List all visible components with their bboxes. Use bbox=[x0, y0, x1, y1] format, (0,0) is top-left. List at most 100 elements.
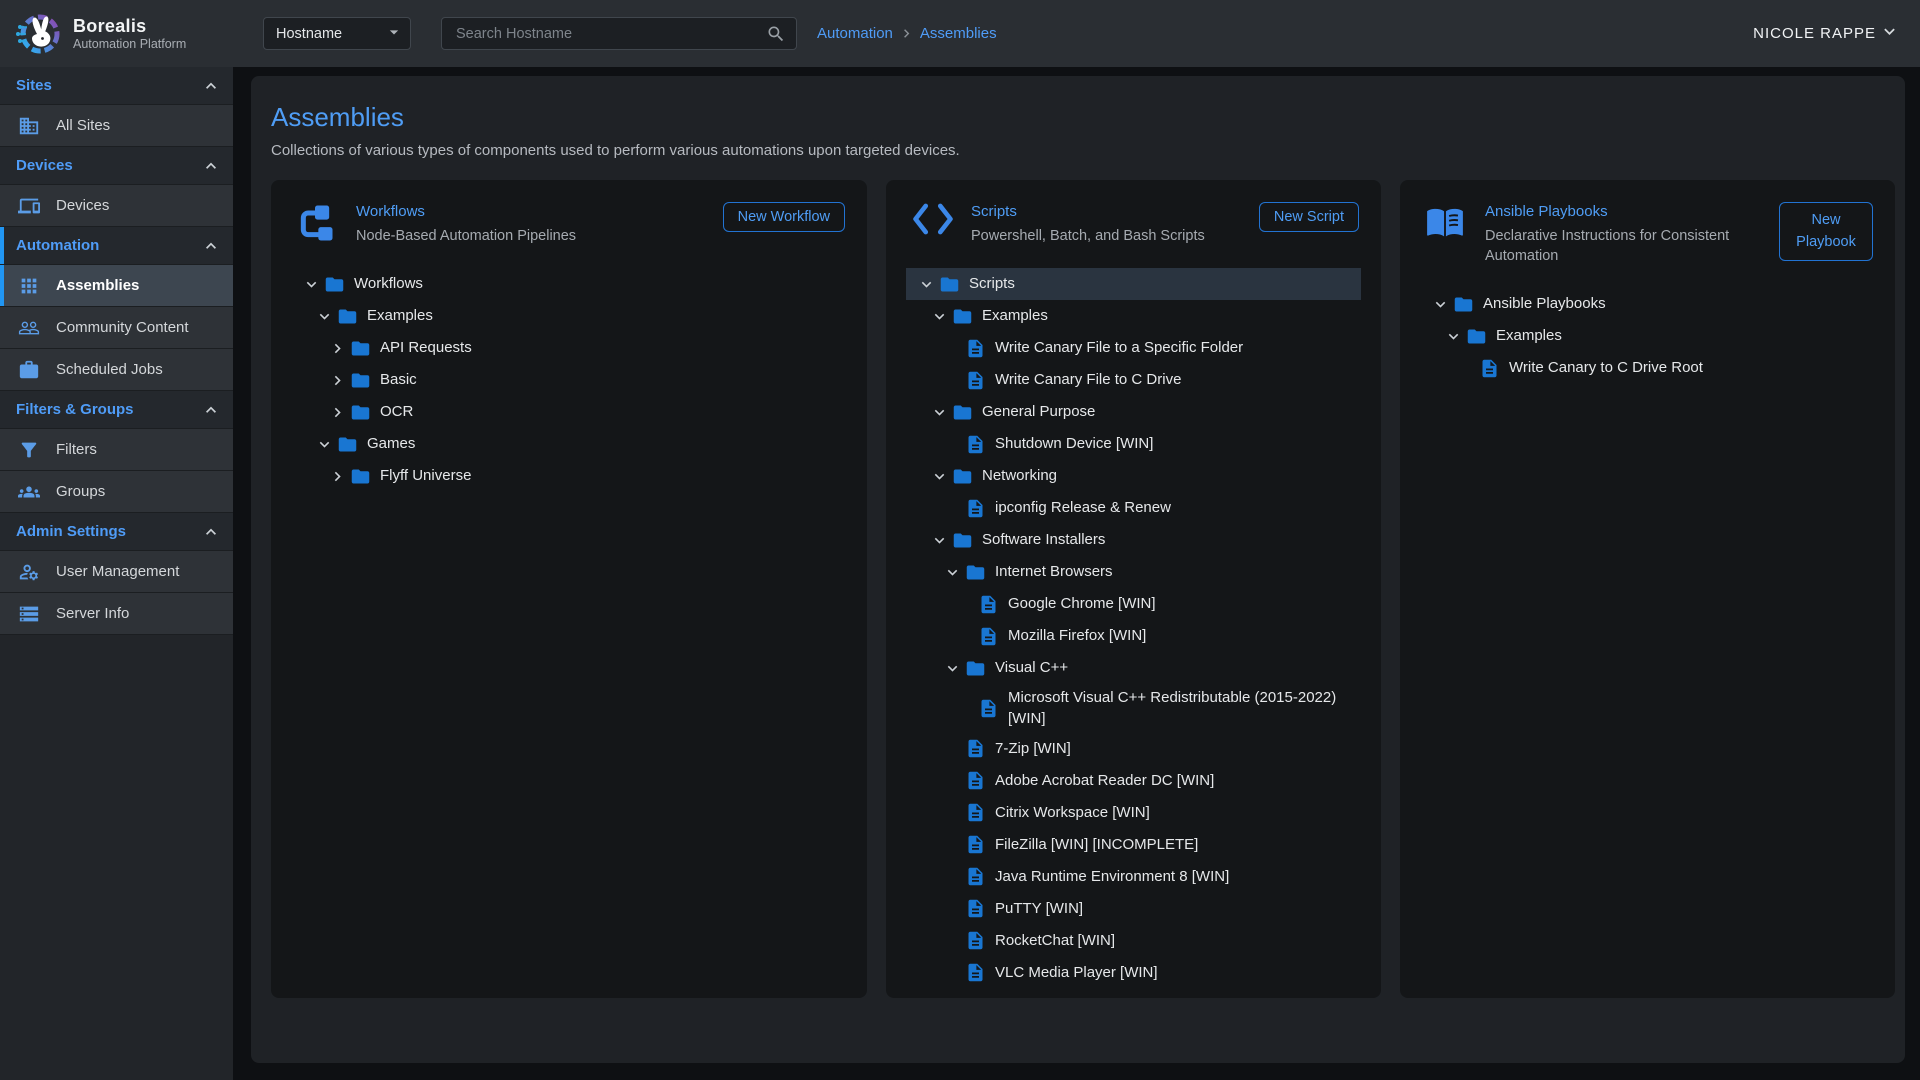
tree-item-label: ipconfig Release & Renew bbox=[995, 494, 1361, 522]
sidebar-item-label: All Sites bbox=[56, 117, 110, 134]
chevron-right-icon bbox=[898, 25, 915, 42]
chevron-up-icon bbox=[201, 522, 221, 542]
sidebar-item-all-sites[interactable]: All Sites bbox=[0, 105, 233, 147]
sidebar-section-filters-groups[interactable]: Filters & Groups bbox=[0, 391, 233, 429]
sidebar-section-devices[interactable]: Devices bbox=[0, 147, 233, 185]
file-icon bbox=[965, 866, 986, 887]
chevron-right-icon[interactable] bbox=[327, 339, 347, 358]
tree-file-write-canary-to-c-drive-root[interactable]: Write Canary to C Drive Root bbox=[1420, 353, 1875, 385]
folder-icon bbox=[939, 274, 960, 295]
chevron-right-icon[interactable] bbox=[327, 371, 347, 390]
sidebar-item-scheduled-jobs[interactable]: Scheduled Jobs bbox=[0, 349, 233, 391]
chevron-down-icon[interactable] bbox=[929, 531, 949, 550]
new-script-button[interactable]: New Script bbox=[1259, 202, 1359, 232]
brand[interactable]: Borealis Automation Platform bbox=[0, 10, 233, 58]
file-icon bbox=[965, 802, 986, 823]
chevron-down-icon[interactable] bbox=[942, 659, 962, 678]
app-root: Borealis Automation Platform Hostname Au… bbox=[0, 0, 1920, 1080]
sidebar-section-label: Admin Settings bbox=[16, 523, 126, 540]
chevron-down-icon[interactable] bbox=[1430, 295, 1450, 314]
tree-file-citrix-workspace-win[interactable]: Citrix Workspace [WIN] bbox=[906, 797, 1361, 829]
folder-icon bbox=[350, 370, 371, 391]
card-playbooks-header: Ansible PlaybooksDeclarative Instruction… bbox=[1400, 202, 1895, 267]
sidebar-item-label: Community Content bbox=[56, 319, 189, 336]
card-workflows-header: WorkflowsNode-Based Automation Pipelines… bbox=[271, 202, 867, 246]
chevron-down-icon[interactable] bbox=[314, 307, 334, 326]
page-title: Assemblies bbox=[271, 102, 1885, 133]
tree-folder-basic[interactable]: Basic bbox=[291, 364, 847, 396]
tree-folder-examples[interactable]: Examples bbox=[906, 300, 1361, 332]
tree-folder-examples[interactable]: Examples bbox=[291, 300, 847, 332]
sidebar-section-admin-settings[interactable]: Admin Settings bbox=[0, 513, 233, 551]
tree-folder-networking[interactable]: Networking bbox=[906, 460, 1361, 492]
chevron-down-icon[interactable] bbox=[314, 435, 334, 454]
chevron-down-icon[interactable] bbox=[929, 403, 949, 422]
sidebar-item-community-content[interactable]: Community Content bbox=[0, 307, 233, 349]
card-title: Workflows bbox=[356, 203, 711, 220]
caret-down-icon bbox=[384, 22, 404, 46]
new-workflow-button[interactable]: New Workflow bbox=[723, 202, 845, 232]
card-title: Ansible Playbooks bbox=[1485, 203, 1767, 220]
new-playbook-button[interactable]: New Playbook bbox=[1779, 202, 1873, 261]
sidebar-section-automation[interactable]: Automation bbox=[0, 227, 233, 265]
tree-file-shutdown-device-win[interactable]: Shutdown Device [WIN] bbox=[906, 428, 1361, 460]
sidebar-item-devices[interactable]: Devices bbox=[0, 185, 233, 227]
tree-file-filezilla-win-incomplete[interactable]: FileZilla [WIN] [INCOMPLETE] bbox=[906, 829, 1361, 861]
tree-item-label: Java Runtime Environment 8 [WIN] bbox=[995, 863, 1361, 891]
card-subtitle: Powershell, Batch, and Bash Scripts bbox=[971, 226, 1247, 246]
sidebar-item-user-management[interactable]: User Management bbox=[0, 551, 233, 593]
tree-folder-visual-c[interactable]: Visual C++ bbox=[906, 652, 1361, 684]
tree-folder-ansible-playbooks[interactable]: Ansible Playbooks bbox=[1420, 289, 1875, 321]
breadcrumb-automation[interactable]: Automation bbox=[817, 25, 893, 42]
tree-file-putty-win[interactable]: PuTTY [WIN] bbox=[906, 893, 1361, 925]
tree-item-label: Google Chrome [WIN] bbox=[1008, 590, 1361, 618]
sidebar-item-filters[interactable]: Filters bbox=[0, 429, 233, 471]
tree-file-rocketchat-win[interactable]: RocketChat [WIN] bbox=[906, 925, 1361, 957]
chevron-down-icon[interactable] bbox=[942, 563, 962, 582]
sidebar-item-assemblies[interactable]: Assemblies bbox=[0, 265, 233, 307]
tree-file-mozilla-firefox-win[interactable]: Mozilla Firefox [WIN] bbox=[906, 620, 1361, 652]
tree-item-label: Microsoft Visual C++ Redistributable (20… bbox=[1008, 684, 1361, 733]
hostname-select[interactable]: Hostname bbox=[263, 17, 411, 50]
sidebar-item-groups[interactable]: Groups bbox=[0, 471, 233, 513]
tree-folder-ocr[interactable]: OCR bbox=[291, 396, 847, 428]
tree-folder-internet-browsers[interactable]: Internet Browsers bbox=[906, 556, 1361, 588]
tree-file-google-chrome-win[interactable]: Google Chrome [WIN] bbox=[906, 588, 1361, 620]
tree-folder-games[interactable]: Games bbox=[291, 428, 847, 460]
tree-folder-examples[interactable]: Examples bbox=[1420, 321, 1875, 353]
search-input[interactable] bbox=[454, 25, 766, 43]
tree-file-vlc-media-player-win[interactable]: VLC Media Player [WIN] bbox=[906, 957, 1361, 989]
tree-item-label: OCR bbox=[380, 398, 847, 426]
sidebar-section-sites[interactable]: Sites bbox=[0, 67, 233, 105]
file-icon bbox=[978, 594, 999, 615]
folder-icon bbox=[965, 658, 986, 679]
chevron-down-icon[interactable] bbox=[1443, 327, 1463, 346]
chevron-down-icon[interactable] bbox=[929, 307, 949, 326]
chevron-right-icon[interactable] bbox=[327, 403, 347, 422]
user-menu[interactable]: NICOLE RAPPE bbox=[1753, 21, 1900, 46]
tree-folder-scripts[interactable]: Scripts bbox=[906, 268, 1361, 300]
search-box[interactable] bbox=[441, 17, 797, 50]
tree-item-label: Workflows bbox=[354, 270, 847, 298]
chevron-down-icon[interactable] bbox=[929, 467, 949, 486]
chevron-down-icon[interactable] bbox=[916, 275, 936, 294]
chevron-right-icon[interactable] bbox=[327, 467, 347, 486]
tree-folder-workflows[interactable]: Workflows bbox=[291, 268, 847, 300]
breadcrumb-assemblies[interactable]: Assemblies bbox=[920, 25, 997, 42]
tree-item-label: FileZilla [WIN] [INCOMPLETE] bbox=[995, 831, 1361, 859]
tree-folder-api-requests[interactable]: API Requests bbox=[291, 332, 847, 364]
tree-folder-software-installers[interactable]: Software Installers bbox=[906, 524, 1361, 556]
tree-file-ipconfig-release-renew[interactable]: ipconfig Release & Renew bbox=[906, 492, 1361, 524]
tree-file-write-canary-file-to-a-specific-folder[interactable]: Write Canary File to a Specific Folder bbox=[906, 332, 1361, 364]
tree-file-adobe-acrobat-reader-dc-win[interactable]: Adobe Acrobat Reader DC [WIN] bbox=[906, 765, 1361, 797]
tree-file-7-zip-win[interactable]: 7-Zip [WIN] bbox=[906, 733, 1361, 765]
tree-file-write-canary-file-to-c-drive[interactable]: Write Canary File to C Drive bbox=[906, 364, 1361, 396]
sidebar-section-label: Automation bbox=[16, 237, 99, 254]
tree-folder-general-purpose[interactable]: General Purpose bbox=[906, 396, 1361, 428]
tree-file-microsoft-visual-c-redistributable-2015-2022-win[interactable]: Microsoft Visual C++ Redistributable (20… bbox=[906, 684, 1361, 733]
sidebar-item-server-info[interactable]: Server Info bbox=[0, 593, 233, 635]
chevron-down-icon[interactable] bbox=[301, 275, 321, 294]
tree-file-java-runtime-environment-8-win[interactable]: Java Runtime Environment 8 [WIN] bbox=[906, 861, 1361, 893]
tree-folder-flyff-universe[interactable]: Flyff Universe bbox=[291, 460, 847, 492]
tree-item-label: Visual C++ bbox=[995, 654, 1361, 682]
